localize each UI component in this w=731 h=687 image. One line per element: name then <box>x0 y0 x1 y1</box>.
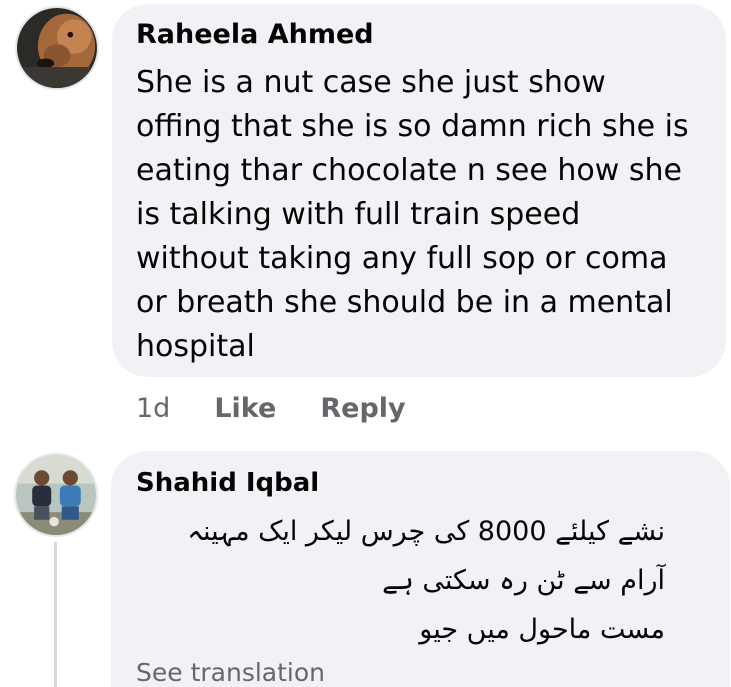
reply-button[interactable]: Reply <box>320 393 405 424</box>
like-button[interactable]: Like <box>214 393 276 424</box>
avatar-shahid-iqbal[interactable] <box>14 453 98 537</box>
profile-photo-icon <box>16 455 96 535</box>
avatar-raheela-ahmed[interactable] <box>15 6 99 90</box>
reply-thread-line <box>54 542 57 687</box>
comment-text: She is a nut case she just show offing t… <box>136 65 689 364</box>
comment-actions: 1d Like Reply <box>136 391 450 425</box>
comment-text: نشے کیلئے 8000 کی چرس لیکر ایک مہینہ آرا… <box>187 516 665 645</box>
comments-thread: Raheela Ahmed She is a nut case she just… <box>0 0 731 687</box>
comment-author-name[interactable]: Shahid Iqbal <box>136 468 319 498</box>
dog-photo-icon <box>17 8 97 88</box>
see-translation-link[interactable]: See translation <box>136 658 325 687</box>
comment-author-name[interactable]: Raheela Ahmed <box>136 19 374 50</box>
comment-timestamp[interactable]: 1d <box>136 393 170 424</box>
